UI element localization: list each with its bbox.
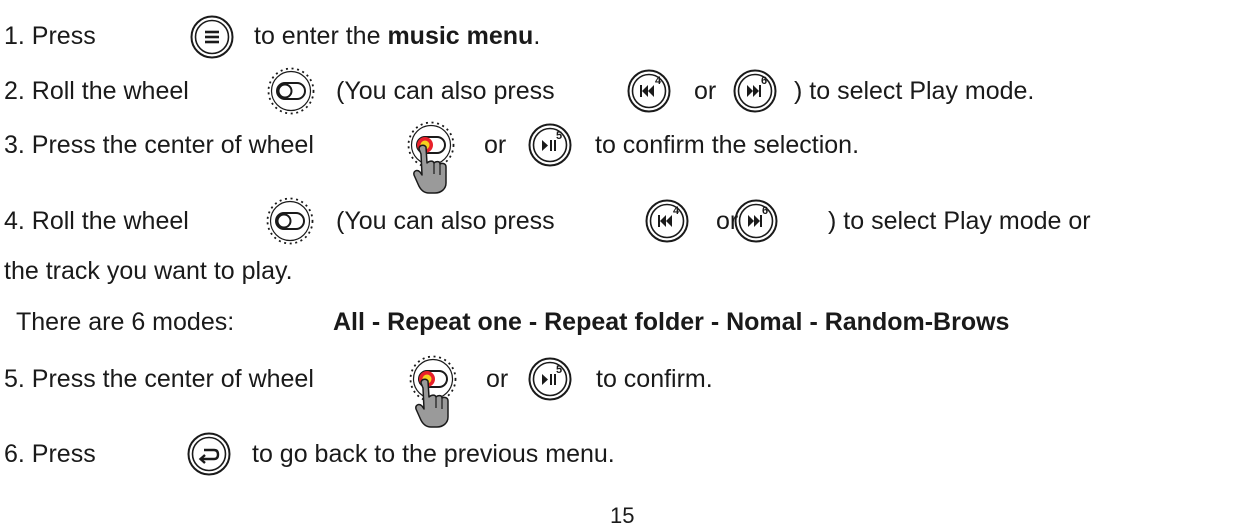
svg-text:6: 6 — [761, 75, 767, 87]
music-menu-emphasis: music menu — [387, 22, 534, 50]
step-1-text: 1. Press — [4, 22, 96, 50]
svg-text:5: 5 — [556, 130, 562, 142]
previous-track-button-icon: 4 — [626, 68, 672, 114]
step-1-action: to enter the music menu. — [254, 22, 541, 50]
scroll-wheel-icon — [264, 195, 316, 247]
step-2-text: 2. Roll the wheel — [4, 77, 189, 105]
previous-track-button-icon: 4 — [644, 198, 690, 244]
step-5-action: to confirm. — [596, 365, 713, 393]
step-5-text: 5. Press the center of wheel — [4, 365, 314, 393]
step-2-action: ) to select Play mode. — [794, 77, 1035, 105]
back-button-icon — [186, 431, 232, 477]
svg-text:6: 6 — [762, 205, 768, 217]
step-3-action: to confirm the selection. — [595, 131, 860, 159]
scroll-wheel-icon — [265, 65, 317, 117]
step-3-or: or — [484, 131, 507, 159]
modes-list: All - Repeat one - Repeat folder - Nomal… — [333, 308, 1010, 336]
svg-text:4: 4 — [673, 205, 680, 217]
wheel-center-press-icon — [405, 119, 457, 195]
step-4-text: 4. Roll the wheel — [4, 207, 189, 235]
step-4-continuation-text: the track you want to play. — [4, 257, 293, 285]
play-pause-button-icon: 5 — [527, 356, 573, 402]
menu-button-icon — [189, 14, 235, 60]
step-2-or: or — [694, 77, 717, 105]
svg-text:4: 4 — [655, 75, 662, 87]
wheel-center-press-icon — [407, 353, 459, 429]
play-pause-button-icon: 5 — [527, 122, 573, 168]
svg-text:5: 5 — [556, 364, 562, 376]
step-6-text: 6. Press — [4, 440, 96, 468]
step-4-alt-text: (You can also press — [336, 207, 555, 235]
next-track-button-icon: 6 — [732, 68, 778, 114]
modes-prefix: There are 6 modes: — [16, 308, 235, 336]
step-5-or: or — [486, 365, 509, 393]
step-3-text: 3. Press the center of wheel — [4, 131, 314, 159]
step-4-action: ) to select Play mode or — [828, 207, 1091, 235]
step-2-alt-text: (You can also press — [336, 77, 555, 105]
step-6-action: to go back to the previous menu. — [252, 440, 615, 468]
page-number: 15 — [610, 503, 635, 528]
next-track-button-icon: 6 — [733, 198, 779, 244]
